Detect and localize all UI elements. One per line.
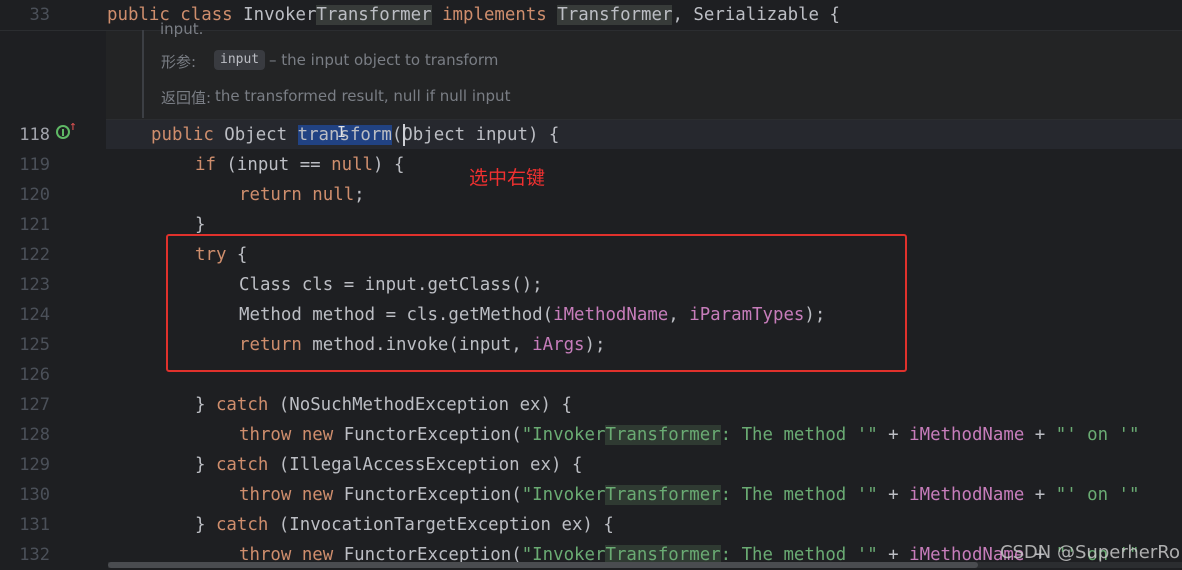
code-token: + [877, 485, 910, 505]
code-token: public [151, 125, 225, 145]
sticky-header-code: public class InvokerTransformer implemen… [107, 4, 840, 26]
code-token: , Serializable { [672, 5, 840, 25]
code-token: } [195, 395, 216, 415]
code-token: FunctorException( [343, 425, 522, 445]
line-code: } catch (InvocationTargetException ex) { [195, 514, 614, 536]
code-token: iMethodName [909, 425, 1025, 445]
line-number: 118 [19, 125, 50, 145]
code-token: } [195, 515, 216, 535]
line-number: 119 [19, 155, 50, 175]
code-token: (InvocationTargetException ex) { [278, 515, 614, 535]
code-token: "Invoker [521, 425, 606, 445]
line-number: 124 [19, 305, 50, 325]
code-token: "' on '" [1055, 485, 1140, 505]
line-code: return null; [239, 184, 365, 206]
code-line[interactable]: 118 public Object transform(Object input)… [0, 120, 1182, 150]
line-code: } [195, 214, 205, 236]
annotation-box [166, 234, 907, 372]
code-token: + [877, 425, 910, 445]
code-token: } [195, 455, 216, 475]
code-editor[interactable]: 33 public class InvokerTransformer imple… [0, 0, 1182, 568]
javadoc-return-desc: the transformed result, null if null inp… [215, 87, 511, 105]
code-token: Transformer [316, 5, 432, 25]
code-token: catch [215, 395, 279, 415]
code-token: return null [239, 185, 355, 205]
line-number: 128 [19, 425, 50, 445]
text-caret [403, 124, 405, 146]
code-token: Transformer [605, 425, 721, 445]
code-token: iMethodName [909, 485, 1025, 505]
code-token: : The method '" [720, 485, 878, 505]
line-number: 132 [19, 545, 50, 565]
line-number: 130 [19, 485, 50, 505]
line-number: 127 [19, 395, 50, 415]
code-token: (NoSuchMethodException ex) { [278, 395, 572, 415]
line-number: 120 [19, 185, 50, 205]
code-token: FunctorException( [343, 485, 522, 505]
code-token: Object [224, 125, 298, 145]
implements-method-icon[interactable] [56, 125, 70, 139]
line-number: 125 [19, 335, 50, 355]
javadoc-param-name: input [214, 50, 266, 70]
javadoc-param-label: 形参: [161, 53, 197, 71]
code-token: + [1024, 485, 1056, 505]
line-code: throw new FunctorException("InvokerTrans… [239, 424, 1139, 446]
code-token: throw new [239, 485, 344, 505]
line-code: if (input == null) { [195, 154, 404, 176]
code-token: null [331, 155, 374, 175]
arrow-up-icon: ↑ [69, 119, 77, 134]
code-token: Invoker [243, 5, 317, 25]
annotation-text: 选中右键 [469, 167, 546, 189]
code-line[interactable]: 129} catch (IllegalAccessException ex) { [0, 450, 1182, 480]
code-token: (Object input) { [391, 125, 560, 145]
code-token: implements [442, 5, 547, 25]
code-token: if [195, 155, 227, 175]
code-token: + [1024, 425, 1056, 445]
javadoc-return-label: 返回值: [161, 89, 212, 107]
code-token: throw new [239, 425, 344, 445]
code-line[interactable]: 120 return null; [0, 180, 1182, 210]
watermark: CSDN @SuperherRo [999, 542, 1180, 563]
scrollbar-thumb[interactable] [108, 562, 978, 568]
code-token: Transformer [557, 5, 673, 25]
code-token: Transformer [605, 485, 721, 505]
code-line[interactable]: 127} catch (NoSuchMethodException ex) { [0, 390, 1182, 420]
code-token: catch [215, 515, 279, 535]
line-number: 123 [19, 275, 50, 295]
line-number: 126 [19, 365, 50, 385]
line-code: throw new FunctorException("InvokerTrans… [239, 484, 1139, 506]
code-token: "' on '" [1055, 425, 1140, 445]
line-number: 122 [19, 245, 50, 265]
line-number: 129 [19, 455, 50, 475]
ibeam-cursor-icon: I [337, 123, 347, 141]
code-token: "Invoker [521, 485, 606, 505]
javadoc-param-desc: – the input object to transform [269, 51, 499, 69]
code-token: (input == [226, 155, 332, 175]
javadoc-side-bar [142, 30, 144, 118]
javadoc-cut-text: input. [160, 20, 204, 38]
code-line[interactable]: 131} catch (InvocationTargetException ex… [0, 510, 1182, 540]
code-token: } [195, 215, 206, 235]
code-line[interactable]: 119 if (input == null) { [0, 150, 1182, 180]
code-token: catch [215, 455, 279, 475]
code-token: ; [354, 185, 365, 205]
line-number: 33 [29, 5, 50, 25]
code-token: ) { [373, 155, 405, 175]
line-code: public Object transform(Object input) { [151, 124, 559, 146]
code-line[interactable]: 128 throw new FunctorException("InvokerTr… [0, 420, 1182, 450]
line-code: } catch (IllegalAccessException ex) { [195, 454, 582, 476]
javadoc-inline-render [106, 30, 1182, 120]
code-token: (IllegalAccessException ex) { [278, 455, 583, 475]
code-token: : The method '" [720, 425, 878, 445]
code-line[interactable]: 130 throw new FunctorException("InvokerTr… [0, 480, 1182, 510]
line-number: 121 [19, 215, 50, 235]
line-number: 131 [19, 515, 50, 535]
line-code: } catch (NoSuchMethodException ex) { [195, 394, 572, 416]
